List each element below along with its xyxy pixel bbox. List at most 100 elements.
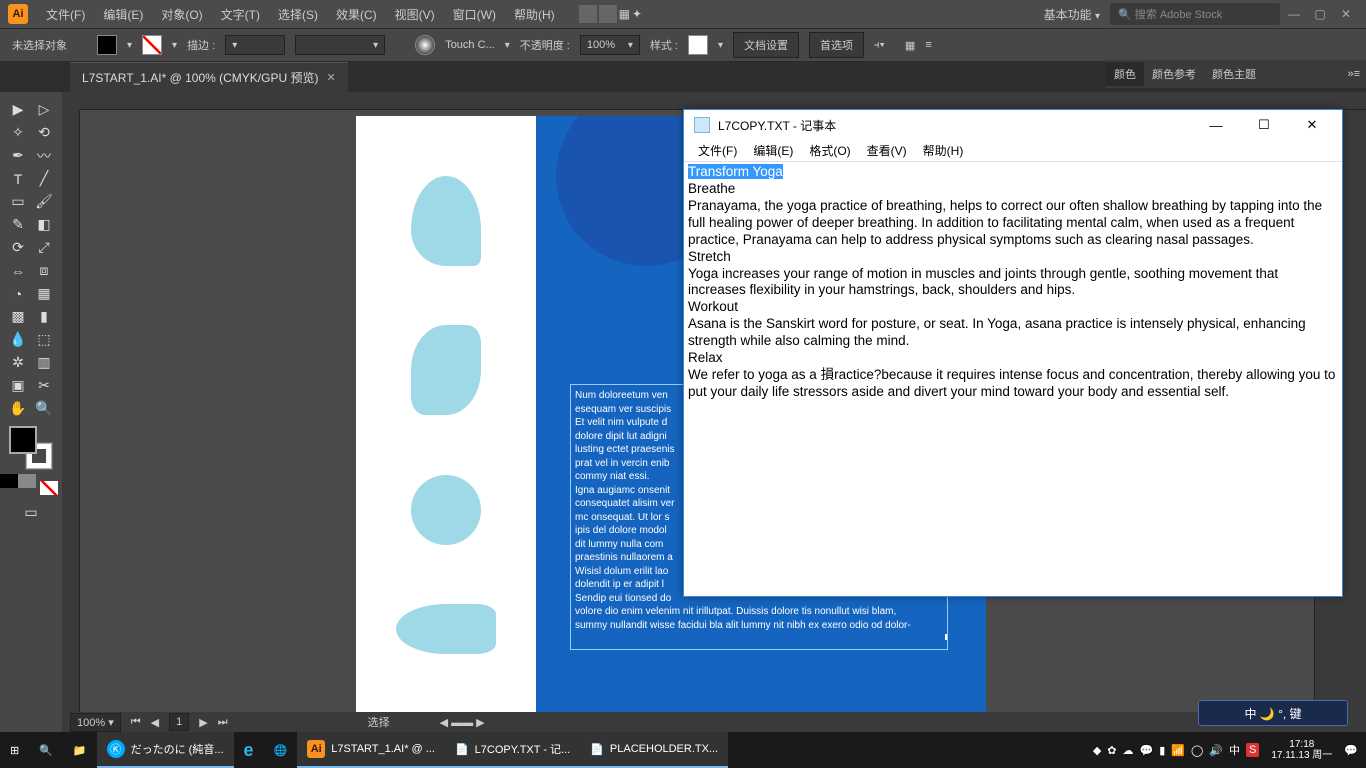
nav-prev-icon[interactable]: ◀	[151, 716, 159, 729]
nav-next-icon[interactable]: ▶	[199, 716, 207, 729]
overflow-marker-icon[interactable]	[944, 633, 948, 641]
workspace-switcher[interactable]: 基本功能	[1036, 2, 1108, 27]
width-tool[interactable]: ⇔	[5, 259, 31, 282]
music-app-button[interactable]: Ⓚだったのに (純音...	[97, 732, 234, 768]
paintbrush-tool[interactable]: 🖌	[31, 190, 57, 213]
stroke-weight[interactable]	[225, 35, 285, 55]
illustrator-button[interactable]: AiL7START_1.AI* @ ...	[297, 732, 445, 768]
minimize-icon[interactable]: —	[1282, 5, 1306, 23]
menu-file[interactable]: 文件(F)	[38, 2, 93, 27]
brush-drop[interactable]	[295, 35, 385, 55]
ime-toolbar[interactable]: 中 🌙 °, 键	[1198, 700, 1348, 726]
rectangle-tool[interactable]: ▭	[5, 190, 31, 213]
align-icon[interactable]: ⫞▾	[874, 39, 885, 52]
notepad2-button[interactable]: 📄PLACEHOLDER.TX...	[580, 732, 728, 768]
search-input[interactable]: 🔍 搜索 Adobe Stock	[1110, 3, 1280, 25]
menu-view[interactable]: 视图(V)	[387, 2, 443, 27]
np-maximize-icon[interactable]: ☐	[1244, 111, 1284, 139]
gpu-icon[interactable]: ✦	[632, 7, 642, 21]
np-close-icon[interactable]: ✕	[1292, 111, 1332, 139]
perspective-tool[interactable]: ▦	[31, 282, 57, 305]
hand-tool[interactable]: ✋	[5, 397, 31, 420]
zoom-tool[interactable]: 🔍	[31, 397, 57, 420]
tray-icon[interactable]: ◆	[1093, 744, 1101, 757]
tab-close-icon[interactable]: ✕	[326, 71, 335, 84]
curvature-tool[interactable]: 〰	[31, 144, 57, 167]
st-icon[interactable]	[599, 5, 617, 23]
panel-expand-icon[interactable]: »≡	[1339, 64, 1366, 84]
style-swatch[interactable]	[688, 35, 708, 55]
preferences-button[interactable]: 首选项	[809, 32, 864, 58]
tab-color-themes[interactable]: 颜色主题	[1204, 62, 1264, 86]
magic-wand-tool[interactable]: ✧	[5, 121, 31, 144]
scrollbar-h[interactable]: ◀ ▬▬ ▶	[440, 716, 485, 729]
selection-tool[interactable]: ▶	[5, 98, 31, 121]
document-setup-button[interactable]: 文档设置	[733, 32, 799, 58]
tray-icon[interactable]: ◯	[1191, 744, 1203, 757]
type-tool[interactable]: T	[5, 167, 31, 190]
tab-color-guide[interactable]: 颜色参考	[1144, 62, 1204, 86]
shaper-tool[interactable]: ✎	[5, 213, 31, 236]
color-mode-icon[interactable]	[0, 474, 18, 488]
np-menu-edit[interactable]: 编辑(E)	[745, 140, 801, 161]
start-button[interactable]: ⊞	[0, 732, 29, 768]
panel-options-icon[interactable]: ▦	[905, 39, 915, 52]
menu-edit[interactable]: 编辑(E)	[95, 2, 151, 27]
menu-window[interactable]: 窗口(W)	[445, 2, 504, 27]
blend-tool[interactable]: ⬚	[31, 328, 57, 351]
np-menu-view[interactable]: 查看(V)	[859, 140, 915, 161]
menu-type[interactable]: 文字(T)	[213, 2, 268, 27]
scale-tool[interactable]: ⤢	[31, 236, 57, 259]
fill-stroke-color[interactable]	[9, 426, 53, 470]
menu-object[interactable]: 对象(O)	[153, 2, 210, 27]
explorer-button[interactable]: 📁	[63, 732, 97, 768]
panel-menu-icon[interactable]: ≡	[925, 39, 931, 51]
clock[interactable]: 17:1817.11.13 周一	[1265, 739, 1338, 761]
tray-network-icon[interactable]: 📶	[1171, 744, 1185, 757]
document-tab[interactable]: L7START_1.AI* @ 100% (CMYK/GPU 预览) ✕	[70, 62, 348, 92]
menu-help[interactable]: 帮助(H)	[506, 2, 563, 27]
shape-builder-tool[interactable]: ◔	[5, 282, 31, 305]
stroke-swatch[interactable]	[142, 35, 162, 55]
slice-tool[interactable]: ✂	[31, 374, 57, 397]
search-button[interactable]: 🔍	[29, 732, 63, 768]
mesh-tool[interactable]: ▩	[5, 305, 31, 328]
tray-ime-icon[interactable]: 中	[1229, 742, 1240, 758]
notepad-button[interactable]: 📄L7COPY.TXT - 记...	[445, 732, 580, 768]
line-tool[interactable]: ╱	[31, 167, 57, 190]
notepad-titlebar[interactable]: L7COPY.TXT - 记事本 — ☐ ✕	[684, 110, 1342, 140]
tray-icon[interactable]: 💬	[1140, 744, 1154, 757]
none-mode-icon[interactable]	[36, 474, 62, 497]
nav-last-icon[interactable]: ⏭	[218, 716, 228, 729]
fill-swatch[interactable]	[97, 35, 117, 55]
direct-selection-tool[interactable]: ▷	[31, 98, 57, 121]
graph-tool[interactable]: ▥	[31, 351, 57, 374]
menu-select[interactable]: 选择(S)	[270, 2, 326, 27]
free-transform-tool[interactable]: ⧈	[31, 259, 57, 282]
artboard-tool[interactable]: ▣	[5, 374, 31, 397]
lasso-tool[interactable]: ⟲	[31, 121, 57, 144]
tray-icon[interactable]: ▮	[1159, 744, 1165, 757]
screen-mode-icon[interactable]: ▭	[18, 501, 44, 524]
tray-volume-icon[interactable]: 🔊	[1209, 744, 1223, 757]
touch-label[interactable]: Touch C...	[445, 39, 495, 51]
maximize-icon[interactable]: ▢	[1308, 5, 1332, 23]
np-menu-file[interactable]: 文件(F)	[690, 140, 745, 161]
rotate-tool[interactable]: ⟳	[5, 236, 31, 259]
br-icon[interactable]	[579, 5, 597, 23]
gradient-mode-icon[interactable]	[18, 474, 36, 488]
eyedropper-tool[interactable]: 💧	[5, 328, 31, 351]
np-menu-format[interactable]: 格式(O)	[801, 140, 858, 161]
notifications-icon[interactable]: 💬	[1344, 744, 1358, 757]
opacity-field[interactable]: 100%	[580, 35, 640, 55]
ruler-horizontal[interactable]	[80, 92, 1366, 110]
close-icon[interactable]: ✕	[1334, 5, 1358, 23]
eraser-tool[interactable]: ◧	[31, 213, 57, 236]
artboard-nav[interactable]: 1	[169, 713, 189, 731]
tab-color[interactable]: 颜色	[1106, 62, 1144, 86]
tray-sogou-icon[interactable]: S	[1246, 743, 1259, 757]
zoom-level[interactable]: 100% ▾	[70, 713, 121, 732]
ruler-vertical[interactable]	[62, 110, 80, 712]
edge-button[interactable]: e	[234, 732, 264, 768]
arrange-icon[interactable]: ▦	[619, 7, 630, 21]
